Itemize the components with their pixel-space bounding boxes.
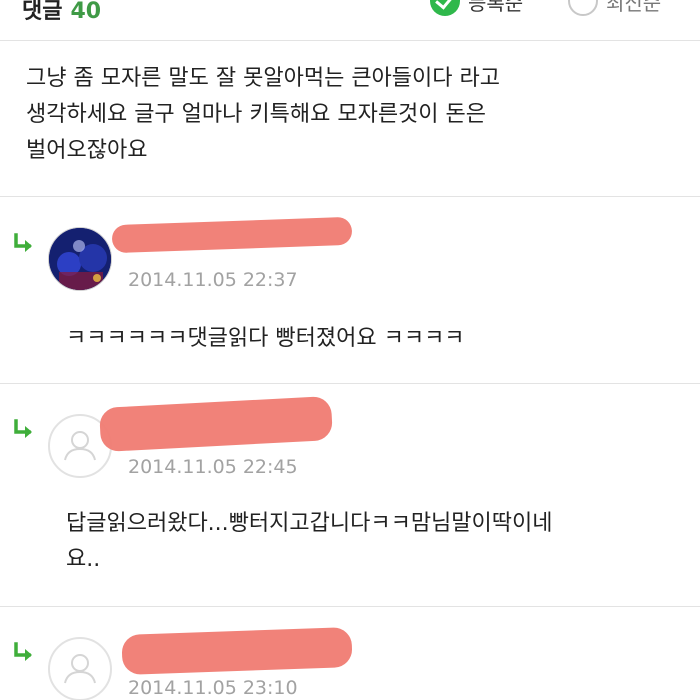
reply-body: ㅋㅋㅋㅋㅋㅋ댓글읽다 빵터졌어요 ㅋㅋㅋㅋ (66, 321, 676, 357)
reply-line: 답글읽으러왔다...빵터지고갑니다ㅋㅋ맘님말이딱이네 (66, 511, 553, 536)
comment-body: 그냥 좀 모자른 말도 잘 못알아먹는 큰아들이다 라고 생각하세요 글구 얼마… (26, 61, 666, 169)
comment-page: 댓글 40 등록순 최신순 그냥 좀 모자른 말도 잘 못알아먹는 큰아들이다 라… (0, 0, 700, 700)
avatar[interactable] (48, 637, 112, 700)
reply-line: 요.. (66, 547, 101, 572)
reply-arrow-icon (12, 418, 36, 442)
comments-header: 댓글 40 등록순 최신순 (0, 0, 700, 41)
author-name-redacted (121, 626, 353, 676)
sort-by-newest[interactable]: 최신순 (568, 0, 661, 16)
reply-timestamp: 2014.11.05 23:10 (128, 677, 298, 699)
comment-line: 벌어오잖아요 (26, 138, 148, 163)
reply-item: 2014.11.05 22:45 답글읽으러왔다...빵터지고갑니다ㅋㅋ맘님말이… (0, 384, 700, 607)
reply-item: 2014.11.05 22:37 ㅋㅋㅋㅋㅋㅋ댓글읽다 빵터졌어요 ㅋㅋㅋㅋ (0, 197, 700, 384)
reply-item: 2014.11.05 23:10 (0, 607, 700, 700)
comments-title: 댓글 40 (22, 0, 101, 25)
comment-item: 그냥 좀 모자른 말도 잘 못알아먹는 큰아들이다 라고 생각하세요 글구 얼마… (0, 41, 700, 197)
reply-timestamp: 2014.11.05 22:37 (128, 269, 298, 291)
unchecked-radio-icon (568, 0, 598, 16)
author-name-redacted (111, 216, 353, 254)
reply-timestamp: 2014.11.05 22:45 (128, 456, 298, 478)
comment-line: 그냥 좀 모자른 말도 잘 못알아먹는 큰아들이다 라고 (26, 66, 500, 91)
reply-arrow-icon (12, 641, 36, 665)
checked-radio-icon (430, 0, 460, 16)
reply-line: ㅋㅋㅋㅋㅋㅋ댓글읽다 빵터졌어요 ㅋㅋㅋㅋ (66, 326, 465, 351)
sort-by-registered-label: 등록순 (468, 0, 524, 15)
sort-by-newest-label: 최신순 (606, 0, 662, 15)
author-name-redacted (99, 395, 333, 453)
sort-by-registered[interactable]: 등록순 (430, 0, 523, 16)
avatar[interactable] (48, 227, 112, 291)
reply-arrow-icon (12, 232, 36, 256)
reply-body: 답글읽으러왔다...빵터지고갑니다ㅋㅋ맘님말이딱이네 요.. (66, 506, 676, 578)
comments-count: 40 (70, 0, 102, 24)
comments-title-label: 댓글 (22, 0, 63, 24)
comment-line: 생각하세요 글구 얼마나 키특해요 모자른것이 돈은 (26, 102, 487, 127)
default-user-icon (64, 654, 96, 684)
profile-photo-icon (49, 228, 111, 290)
